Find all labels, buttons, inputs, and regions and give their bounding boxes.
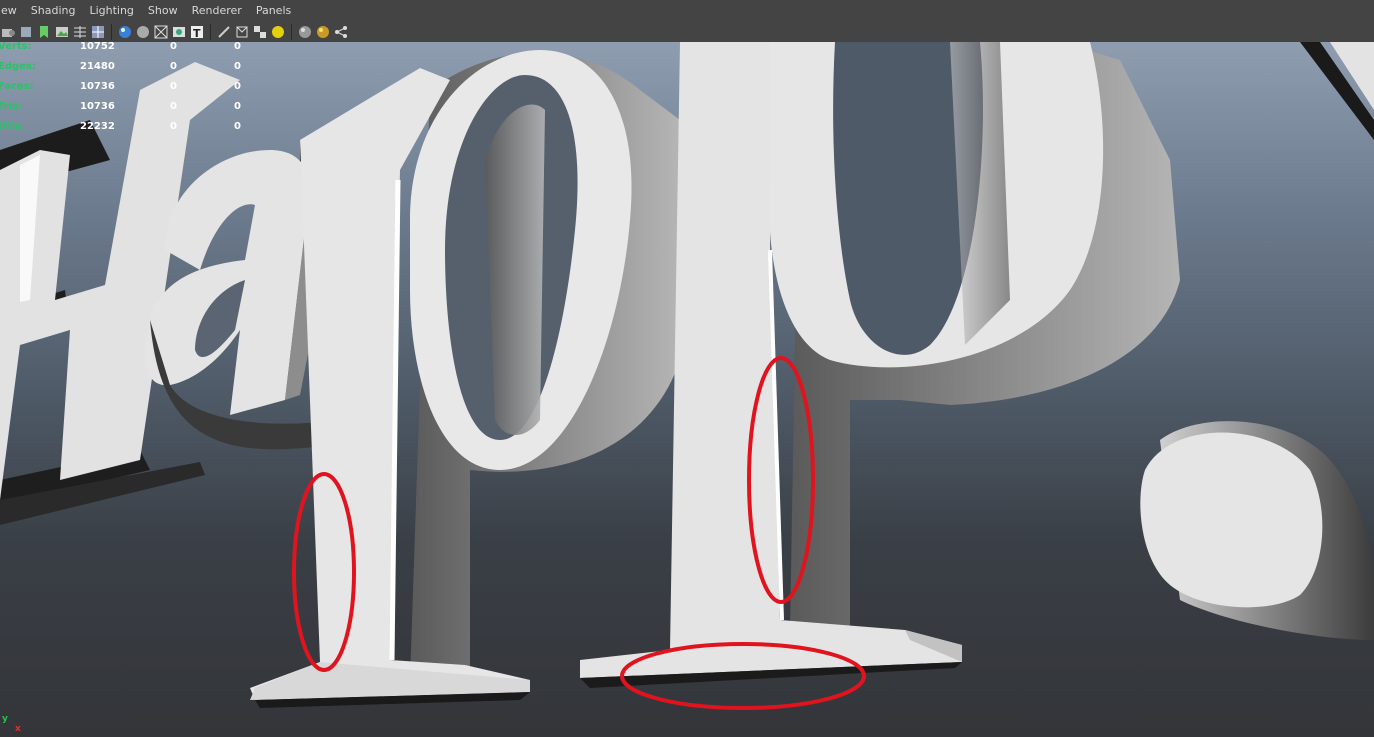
- menu-show[interactable]: Show: [141, 0, 185, 21]
- axis-y-label: y: [2, 714, 8, 724]
- image-plane-icon[interactable]: [54, 24, 70, 40]
- hud-label: Faces:: [0, 81, 34, 92]
- camera-select-icon[interactable]: [0, 24, 16, 40]
- flat-shade-icon[interactable]: [135, 24, 151, 40]
- frame-selection-icon[interactable]: [315, 24, 331, 40]
- hud-object: 10736: [80, 101, 115, 112]
- svg-text:T: T: [193, 27, 201, 40]
- smooth-shade-icon[interactable]: [117, 24, 133, 40]
- hud-component: 0: [234, 81, 241, 92]
- menu-bar: ew Shading Lighting Show Renderer Panels: [0, 0, 1374, 21]
- menu-panels[interactable]: Panels: [249, 0, 298, 21]
- shadows-icon[interactable]: [252, 24, 268, 40]
- hud-label: Tris:: [0, 101, 23, 112]
- hud-label: Verts:: [0, 42, 32, 52]
- grid-icon[interactable]: [72, 24, 88, 40]
- hud-component: 0: [234, 101, 241, 112]
- menu-shading[interactable]: Shading: [24, 0, 83, 21]
- hud-component: 0: [234, 42, 241, 52]
- hierarchy-icon[interactable]: [333, 24, 349, 40]
- hud-object: 10736: [80, 81, 115, 92]
- hud-selected: 0: [170, 101, 177, 112]
- hud-selected: 0: [170, 42, 177, 52]
- hud-label: Edges:: [0, 61, 36, 72]
- viewport-toolbar: T: [0, 21, 1374, 43]
- hud-object: 22232: [80, 121, 115, 132]
- toolbar-separator: [291, 23, 292, 40]
- axis-x-label: x: [15, 724, 21, 734]
- all-lights-icon[interactable]: [234, 24, 250, 40]
- hud-selected: 0: [170, 81, 177, 92]
- hud-object: 21480: [80, 61, 115, 72]
- hud-component: 0: [234, 121, 241, 132]
- scene-render: [0, 42, 1374, 710]
- hud-selected: 0: [170, 121, 177, 132]
- hud-object: 10752: [80, 42, 115, 52]
- frame-all-icon[interactable]: [297, 24, 313, 40]
- toolbar-separator: [210, 23, 211, 40]
- xray-icon[interactable]: [171, 24, 187, 40]
- period: [1140, 42, 1374, 640]
- hud-selected: 0: [170, 61, 177, 72]
- menu-lighting[interactable]: Lighting: [82, 0, 140, 21]
- bookmark-icon[interactable]: [36, 24, 52, 40]
- hud-component: 0: [234, 61, 241, 72]
- axis-indicator: y x: [2, 714, 21, 734]
- menu-renderer[interactable]: Renderer: [185, 0, 249, 21]
- camera-attributes-icon[interactable]: [18, 24, 34, 40]
- toolbar-separator: [111, 23, 112, 40]
- 3d-viewport[interactable]: Verts: 10752 0 0 Edges: 21480 0 0 Faces: 10736 0 0 T…: [0, 42, 1374, 737]
- hud-label: UVs:: [0, 121, 24, 132]
- menu-view[interactable]: ew: [0, 0, 24, 21]
- poly-count-hud: Verts: 10752 0 0 Edges: 21480 0 0 Faces: 10736 0 0 T…: [0, 42, 260, 142]
- wireframe-icon[interactable]: [90, 24, 106, 40]
- textured-icon[interactable]: T: [189, 24, 205, 40]
- default-light-icon[interactable]: [216, 24, 232, 40]
- bounding-box-icon[interactable]: [153, 24, 169, 40]
- isolate-select-icon[interactable]: [270, 24, 286, 40]
- letter-p1: [250, 50, 680, 708]
